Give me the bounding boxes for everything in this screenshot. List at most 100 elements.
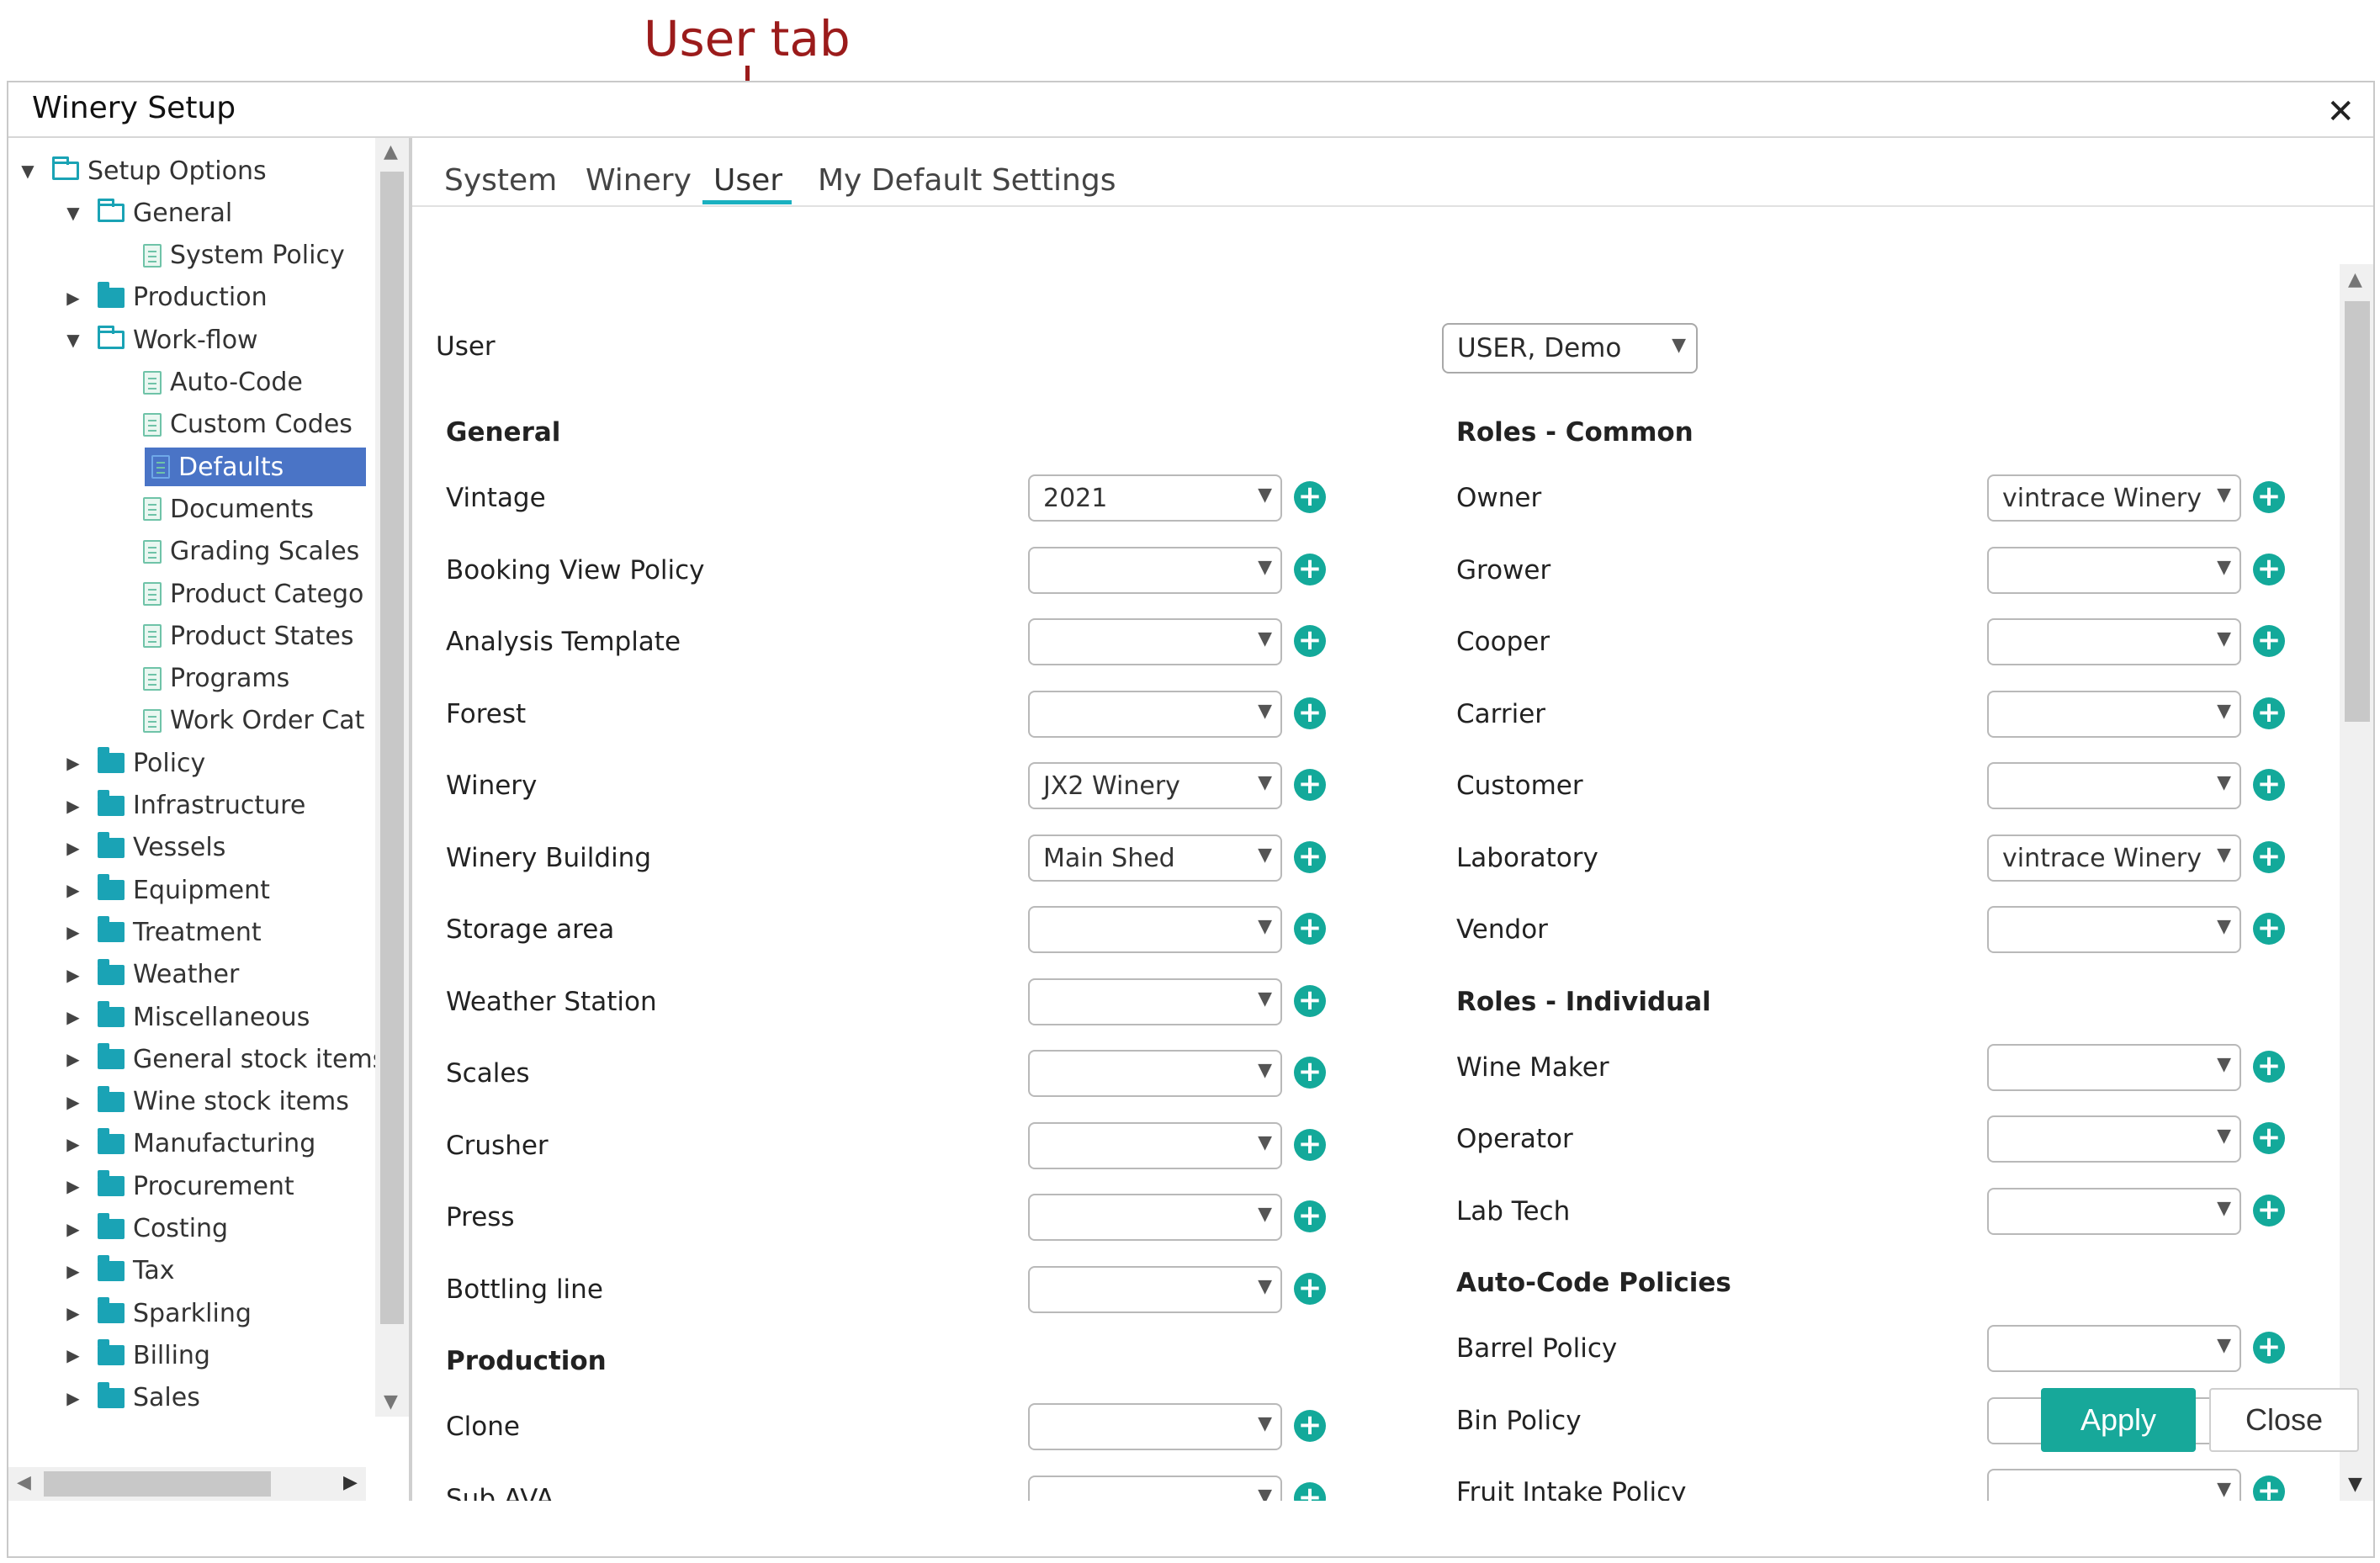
scroll-up-icon[interactable]: ▲: [384, 141, 398, 162]
tree-item[interactable]: ▶ Tax: [64, 1252, 175, 1290]
field-select[interactable]: vintrace Winery ▼: [1987, 834, 2241, 882]
field-select[interactable]: ▼: [1987, 1043, 2241, 1091]
tree-item[interactable]: Documents: [109, 490, 314, 528]
field-select[interactable]: ▼: [1987, 618, 2241, 665]
tree-item[interactable]: Custom Codes: [109, 405, 352, 444]
add-icon[interactable]: +: [2253, 1476, 2285, 1501]
field-select[interactable]: ▼: [1987, 906, 2241, 953]
field-select[interactable]: ▼: [1028, 1050, 1282, 1097]
field-select[interactable]: ▼: [1028, 906, 1282, 953]
add-icon[interactable]: +: [2253, 553, 2285, 585]
expand-closed-icon[interactable]: ▶: [64, 1219, 82, 1239]
expand-open-icon[interactable]: ▼: [64, 203, 82, 223]
tree-item[interactable]: Product States: [109, 617, 353, 655]
tree-item[interactable]: Auto-Code: [109, 363, 303, 402]
tree-item[interactable]: Grading Scales: [109, 532, 359, 571]
expand-closed-icon[interactable]: ▶: [64, 1261, 82, 1281]
field-select[interactable]: ▼: [1028, 978, 1282, 1025]
expand-closed-icon[interactable]: ▶: [64, 796, 82, 816]
add-icon[interactable]: +: [1294, 840, 1326, 873]
add-icon[interactable]: +: [1294, 481, 1326, 513]
field-select[interactable]: ▼: [1987, 690, 2241, 738]
expand-closed-icon[interactable]: ▶: [64, 838, 82, 858]
user-select[interactable]: USER, Demo ▼: [1442, 323, 1698, 374]
field-select[interactable]: ▼: [1987, 1187, 2241, 1235]
add-icon[interactable]: +: [1294, 697, 1326, 729]
close-button[interactable]: Close: [2209, 1388, 2359, 1452]
expand-closed-icon[interactable]: ▶: [64, 1092, 82, 1112]
scroll-up-icon[interactable]: ▲: [2348, 269, 2362, 290]
add-icon[interactable]: +: [1294, 1057, 1326, 1089]
add-icon[interactable]: +: [1294, 769, 1326, 801]
apply-button[interactable]: Apply: [2041, 1388, 2196, 1452]
field-select[interactable]: JX2 Winery ▼: [1028, 762, 1282, 809]
expand-closed-icon[interactable]: ▶: [64, 1134, 82, 1154]
expand-closed-icon[interactable]: ▶: [64, 1345, 82, 1365]
add-icon[interactable]: +: [2253, 1332, 2285, 1364]
scroll-right-icon[interactable]: ▶: [343, 1472, 358, 1493]
expand-closed-icon[interactable]: ▶: [64, 1303, 82, 1323]
expand-closed-icon[interactable]: ▶: [64, 288, 82, 308]
tree-item[interactable]: ▶ Infrastructure: [64, 787, 305, 825]
field-select[interactable]: 2021 ▼: [1028, 474, 1282, 522]
field-select[interactable]: Main Shed ▼: [1028, 834, 1282, 882]
add-icon[interactable]: +: [1294, 1481, 1326, 1501]
tree-item[interactable]: ▶ Equipment: [64, 871, 270, 909]
add-icon[interactable]: +: [1294, 984, 1326, 1017]
expand-open-icon[interactable]: ▼: [19, 161, 37, 181]
form-vertical-scrollbar[interactable]: ▲ ▼: [2340, 264, 2373, 1501]
add-icon[interactable]: +: [1294, 913, 1326, 945]
add-icon[interactable]: +: [1294, 625, 1326, 657]
field-select[interactable]: ▼: [1028, 690, 1282, 738]
tree-item[interactable]: ▶ Production: [64, 278, 268, 317]
expand-closed-icon[interactable]: ▶: [64, 1007, 82, 1027]
tree-item[interactable]: Defaults: [145, 448, 366, 487]
add-icon[interactable]: +: [2253, 769, 2285, 801]
expand-closed-icon[interactable]: ▶: [64, 965, 82, 985]
field-select[interactable]: ▼: [1987, 1469, 2241, 1501]
tab-user[interactable]: User: [713, 163, 782, 198]
add-icon[interactable]: +: [1294, 1410, 1326, 1442]
scroll-left-icon[interactable]: ◀: [17, 1472, 31, 1493]
tree-item[interactable]: ▶ Policy: [64, 744, 205, 782]
field-select[interactable]: ▼: [1028, 1194, 1282, 1241]
tab-winery[interactable]: Winery: [586, 163, 692, 198]
field-select[interactable]: ▼: [1987, 1115, 2241, 1163]
field-select[interactable]: ▼: [1028, 1475, 1282, 1501]
field-select[interactable]: ▼: [1987, 762, 2241, 809]
field-select[interactable]: ▼: [1028, 618, 1282, 665]
tree-item[interactable]: System Policy: [109, 236, 345, 275]
field-select[interactable]: vintrace Winery ▼: [1987, 474, 2241, 522]
tree-item[interactable]: ▼ Work-flow: [64, 321, 257, 359]
form-vertical-scroll-thumb[interactable]: [2345, 301, 2370, 722]
add-icon[interactable]: +: [2253, 697, 2285, 729]
scroll-down-icon[interactable]: ▼: [2348, 1474, 2362, 1495]
add-icon[interactable]: +: [2253, 913, 2285, 945]
tree-item[interactable]: ▶ Sparkling: [64, 1294, 252, 1333]
expand-closed-icon[interactable]: ▶: [64, 1388, 82, 1408]
expand-closed-icon[interactable]: ▶: [64, 1049, 82, 1069]
field-select[interactable]: ▼: [1987, 546, 2241, 594]
tree-item[interactable]: ▶ General stock items: [64, 1040, 385, 1078]
tree-item[interactable]: ▶ Vessels: [64, 829, 225, 867]
tree-item[interactable]: ▶ Sales: [64, 1379, 200, 1417]
expand-closed-icon[interactable]: ▶: [64, 753, 82, 773]
add-icon[interactable]: +: [2253, 625, 2285, 657]
tree-item[interactable]: Programs: [109, 660, 289, 698]
tree-item[interactable]: ▶ Billing: [64, 1336, 210, 1375]
tree-vertical-scrollbar[interactable]: ▲ ▼: [375, 138, 409, 1417]
add-icon[interactable]: +: [1294, 1200, 1326, 1232]
expand-open-icon[interactable]: ▼: [64, 330, 82, 350]
field-select[interactable]: ▼: [1028, 1265, 1282, 1313]
add-icon[interactable]: +: [2253, 1194, 2285, 1227]
close-icon[interactable]: ✕: [2326, 93, 2355, 131]
expand-closed-icon[interactable]: ▶: [64, 1176, 82, 1196]
add-icon[interactable]: +: [2253, 840, 2285, 873]
add-icon[interactable]: +: [2253, 1050, 2285, 1083]
field-select[interactable]: ▼: [1987, 1325, 2241, 1372]
tree-item[interactable]: Product Catego: [109, 575, 363, 613]
tree-item[interactable]: ▶ Treatment: [64, 913, 262, 951]
add-icon[interactable]: +: [2253, 481, 2285, 513]
tree-horizontal-scrollbar[interactable]: ◀ ▶: [8, 1467, 366, 1501]
expand-closed-icon[interactable]: ▶: [64, 922, 82, 942]
